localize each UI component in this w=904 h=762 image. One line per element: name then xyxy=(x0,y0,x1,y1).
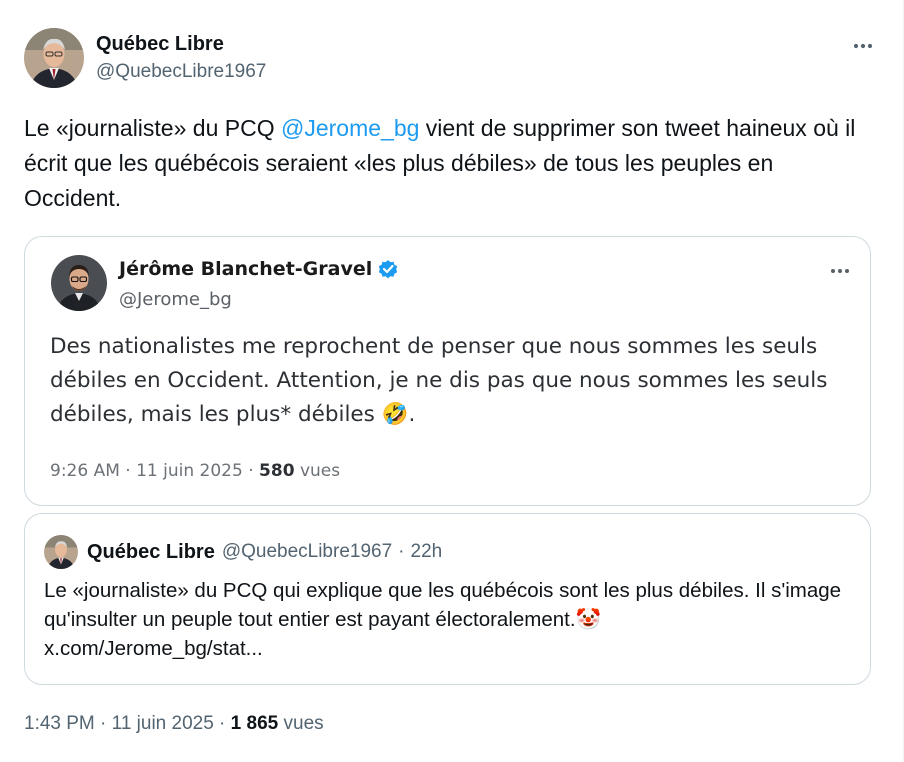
quoted-author-handle[interactable]: @Jerome_bg xyxy=(119,289,399,311)
nested-author-handle: @QuebecLibre1967 xyxy=(221,541,393,562)
rofl-emoji: 🤣 xyxy=(381,402,409,427)
clown-emoji: 🤡 xyxy=(575,608,602,631)
tweet-text: Le «journaliste» du PCQ @Jerome_bg vient… xyxy=(24,111,874,216)
meta-separator: · xyxy=(213,713,231,734)
quoted-author-name-row[interactable]: Jérôme Blanchet-Gravel xyxy=(119,258,399,280)
quoted-tweet-date[interactable]: 11 juin 2025 xyxy=(136,461,243,481)
tweet-views-label: vues xyxy=(283,713,324,734)
meta-separator: · xyxy=(119,461,137,481)
nested-dot-separator: · xyxy=(398,541,405,562)
author-handle[interactable]: @QuebecLibre1967 xyxy=(96,60,266,84)
tweet-date[interactable]: 11 juin 2025 xyxy=(112,713,214,734)
quoted-author-avatar[interactable] xyxy=(51,255,107,311)
more-options-button[interactable] xyxy=(846,32,880,60)
quoted-tweet-end: . xyxy=(408,402,416,427)
tweet-views-count: 1 865 xyxy=(230,713,279,734)
more-horizontal-icon xyxy=(831,269,849,273)
more-horizontal-icon xyxy=(853,43,873,49)
tweet-text-start: Le «journaliste» du PCQ xyxy=(24,115,281,141)
meta-separator: · xyxy=(94,713,112,734)
nested-quote-card[interactable]: Québec Libre @QuebecLibre1967 · 22h Le «… xyxy=(24,513,871,685)
quoted-views-count: 580 xyxy=(259,461,295,481)
author-name[interactable]: Québec Libre xyxy=(96,32,266,56)
nested-author-name: Québec Libre xyxy=(87,540,215,563)
quoted-tweet-meta: 9:26 AM · 11 juin 2025 · 580 vues xyxy=(50,461,340,481)
mention-link[interactable]: @Jerome_bg xyxy=(281,115,419,141)
quoted-tweet-body: Des nationalistes me reprochent de pense… xyxy=(50,334,828,427)
quoted-tweet-card[interactable]: Jérôme Blanchet-Gravel @Jerome_bg Des na… xyxy=(24,236,871,506)
nested-author-avatar xyxy=(44,535,78,569)
nested-quote-header: Québec Libre @QuebecLibre1967 · 22h xyxy=(44,535,442,569)
quoted-more-options-button[interactable] xyxy=(824,259,856,283)
author-block: Québec Libre @QuebecLibre1967 xyxy=(96,32,266,84)
tweet-meta: 1:43 PM · 11 juin 2025 · 1 865 vues xyxy=(24,713,324,735)
nested-quote-body: Le «journaliste» du PCQ qui explique que… xyxy=(44,579,842,631)
quoted-author-block: Jérôme Blanchet-Gravel @Jerome_bg xyxy=(119,258,399,311)
nested-quote-link: x.com/Jerome_bg/stat... xyxy=(44,637,263,660)
quoted-views-label: vues xyxy=(299,461,341,481)
quoted-author-name: Jérôme Blanchet-Gravel xyxy=(119,258,373,280)
nested-quote-text: Le «journaliste» du PCQ qui explique que… xyxy=(44,576,859,663)
tweet-time[interactable]: 1:43 PM xyxy=(24,713,95,734)
tweet-header: Québec Libre @QuebecLibre1967 xyxy=(24,28,880,88)
meta-separator: · xyxy=(242,461,260,481)
verified-badge-icon xyxy=(379,260,398,279)
quoted-tweet-time[interactable]: 9:26 AM xyxy=(50,461,120,481)
nested-relative-time: 22h xyxy=(410,541,443,562)
quoted-tweet-text: Des nationalistes me reprochent de pense… xyxy=(50,330,860,432)
author-avatar[interactable] xyxy=(24,28,84,88)
